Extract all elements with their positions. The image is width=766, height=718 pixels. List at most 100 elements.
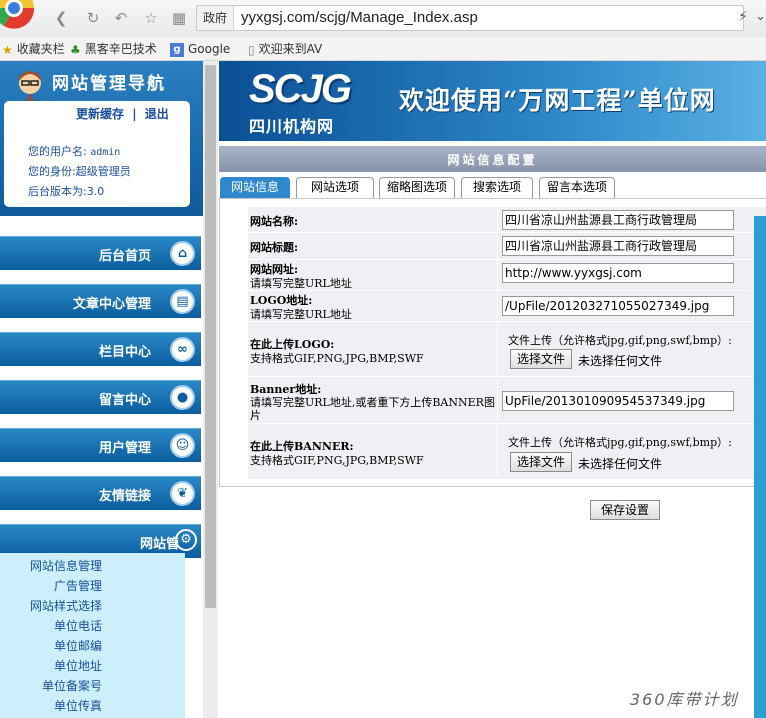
gear-icon: ⚙ — [175, 529, 197, 551]
section-title: 网站信息配置 — [447, 153, 538, 167]
document-icon: ▤ — [170, 289, 195, 314]
form-row-banner-url: Banner地址: 请填写完整URL地址,或者重下方上传BANNER图 片 Up… — [248, 377, 766, 424]
form-row-banner-upload: 在此上传BANNER: 支持格式GIF,PNG,JPG,BMP,SWF 文件上传… — [248, 424, 766, 480]
tree-icon: ♣ — [70, 42, 81, 57]
watermark-text: 360库带计划 — [630, 690, 739, 709]
refresh-cache-link[interactable]: 更新缓存 — [76, 107, 124, 121]
site-title-label: 网站标题: — [250, 241, 299, 254]
submenu-postcode[interactable]: 单位邮编 — [54, 637, 102, 654]
tab-site-info[interactable]: 网站信息 — [220, 177, 290, 198]
admin-sidebar: 网站管理导航 更新缓存 | 退出 您的用户名: admin 您的身份:超级管理员… — [0, 61, 203, 718]
role-value: 超级管理员 — [75, 165, 131, 178]
address-url[interactable]: yyxgsj.com/scjg/Manage_Index.asp — [241, 6, 478, 30]
bookmark-google[interactable]: g Google — [170, 40, 230, 58]
scrollbar-thumb[interactable] — [205, 65, 216, 608]
save-settings-button[interactable]: 保存设置 — [590, 500, 660, 520]
grid-icon[interactable]: ▦ — [170, 9, 188, 27]
menu-item-columns[interactable]: 栏目中心 ∞ — [0, 332, 201, 366]
version-line: 后台版本为:3.0 — [28, 185, 105, 198]
address-bar[interactable]: 政府 yyxgsj.com/scjg/Manage_Index.asp — [196, 5, 744, 31]
user-icon: ☺ — [170, 433, 195, 458]
banner-url-hint: 请填写完整URL地址,或者重下方上传BANNER图 — [250, 396, 495, 409]
page-icon: ▯ — [248, 42, 255, 57]
logo-url-input[interactable]: /UpFile/201203271055027349.jpg — [502, 296, 734, 316]
form-row-site-title: 网站标题: 四川省凉山州盐源县工商行政管理局 — [248, 233, 766, 260]
menu-item-articles[interactable]: 文章中心管理 ▤ — [0, 284, 201, 318]
submenu-fax[interactable]: 单位传真 — [54, 697, 102, 714]
header-links: 更新缓存 | 退出 — [76, 105, 169, 122]
site-name-label: 网站名称: — [250, 215, 299, 228]
site-url-input[interactable]: http://www.yyxgsj.com — [502, 263, 734, 283]
logo-no-file-text: 未选择任何文件 — [578, 354, 663, 368]
back-icon[interactable]: ❮ — [52, 9, 70, 27]
banner-url-hint-cont: 片 — [250, 409, 261, 422]
banner-upload-note: 文件上传（允许格式jpg,gif,png,swf,bmp）: — [508, 436, 732, 449]
section-header: 网站信息配置 — [219, 146, 766, 172]
config-form-panel: 网站名称: 四川省凉山州盐源县工商行政管理局 网站标题: 四川省凉山州盐源县工商… — [219, 198, 766, 487]
chevron-down-icon[interactable]: ⌄ — [755, 9, 766, 24]
browser-toolbar: ❮ ↻ ↶ ☆ ▦ 政府 yyxgsj.com/scjg/Manage_Inde… — [0, 0, 766, 37]
logo-upload-hint: 支持格式GIF,PNG,JPG,BMP,SWF — [250, 352, 424, 365]
site-management-submenu: 网站信息管理 广告管理 网站样式选择 单位电话 单位邮编 单位地址 单位备案号 … — [0, 553, 185, 718]
banner-logo-subtitle: 四川机构网 — [249, 117, 335, 136]
logo-upload-note: 文件上传（允许格式jpg,gif,png,swf,bmp）: — [508, 334, 732, 347]
site-url-hint: 请填写完整URL地址 — [250, 277, 352, 290]
logo-url-hint: 请填写完整URL地址 — [250, 308, 352, 321]
sidebar-scrollbar[interactable] — [203, 61, 218, 718]
refresh-icon[interactable]: ↻ — [84, 9, 102, 27]
site-title-input[interactable]: 四川省凉山州盐源县工商行政管理局 — [502, 236, 734, 256]
submenu-site-style[interactable]: 网站样式选择 — [30, 597, 102, 614]
sidebar-header: 网站管理导航 更新缓存 | 退出 您的用户名: admin 您的身份:超级管理员… — [0, 61, 203, 216]
sidebar-title: 网站管理导航 — [52, 74, 166, 94]
menu-item-users[interactable]: 用户管理 ☺ — [0, 428, 201, 462]
config-tabs: 网站信息 网站选项 缩略图选项 搜索选项 留言本选项 — [219, 175, 766, 198]
lightning-icon[interactable]: ⚡ — [738, 9, 748, 25]
banner-logo: SCJG — [249, 67, 352, 111]
link-separator: | — [132, 107, 137, 121]
form-row-logo-upload: 在此上传LOGO: 支持格式GIF,PNG,JPG,BMP,SWF 文件上传（允… — [248, 322, 766, 377]
user-info-card: 更新缓存 | 退出 您的用户名: admin 您的身份:超级管理员 后台版本为:… — [4, 101, 190, 207]
site-banner: SCJG 四川机构网 欢迎使用“万网工程”单位网 — [219, 61, 766, 141]
role-line: 您的身份:超级管理员 — [28, 165, 131, 178]
tab-site-options[interactable]: 网站选项 — [296, 177, 374, 198]
link-icon: ∞ — [170, 337, 195, 362]
menu-item-messages[interactable]: 留言中心 ● — [0, 380, 201, 414]
droplet-icon: ● — [170, 385, 195, 410]
submenu-icp[interactable]: 单位备案号 — [42, 677, 102, 694]
bookmark-hacker[interactable]: ♣ 黑客辛巴技术 — [70, 40, 157, 58]
undo-icon[interactable]: ↶ — [112, 9, 130, 27]
bookmark-av[interactable]: ▯ 欢迎来到AV — [248, 40, 322, 58]
tab-guestbook-options[interactable]: 留言本选项 — [539, 177, 615, 198]
right-edge-panel — [754, 216, 766, 718]
address-security-badge: 政府 — [197, 6, 235, 30]
menu-item-friend-links[interactable]: 友情链接 ❦ — [0, 476, 201, 510]
tab-thumbnail-options[interactable]: 缩略图选项 — [379, 177, 455, 198]
star-icon[interactable]: ☆ — [142, 9, 160, 27]
banner-choose-file-button[interactable]: 选择文件 — [510, 452, 572, 472]
submenu-ads[interactable]: 广告管理 — [54, 577, 102, 594]
menu-item-home[interactable]: 后台首页 ⌂ — [0, 236, 201, 270]
star-icon: ★ — [2, 42, 13, 57]
google-icon: g — [170, 42, 184, 57]
submenu-address[interactable]: 单位地址 — [54, 657, 102, 674]
logout-link[interactable]: 退出 — [145, 107, 169, 121]
submenu-site-info[interactable]: 网站信息管理 — [30, 557, 102, 574]
bookmark-favorites[interactable]: ★ 收藏夹栏 — [2, 40, 65, 58]
form-row-site-url: 网站网址: 请填写完整URL地址 http://www.yyxgsj.com — [248, 260, 766, 291]
submenu-phone[interactable]: 单位电话 — [54, 617, 102, 634]
banner-upload-hint: 支持格式GIF,PNG,JPG,BMP,SWF — [250, 454, 424, 467]
version-value: 3.0 — [86, 185, 105, 198]
logo-choose-file-button[interactable]: 选择文件 — [510, 349, 572, 369]
form-row-site-name: 网站名称: 四川省凉山州盐源县工商行政管理局 — [248, 207, 766, 233]
banner-url-input[interactable]: UpFile/201301090954537349.jpg — [502, 391, 734, 411]
browser-logo-icon[interactable] — [0, 0, 44, 34]
banner-welcome: 欢迎使用“万网工程”单位网 — [399, 86, 716, 115]
site-name-input[interactable]: 四川省凉山州盐源县工商行政管理局 — [502, 210, 734, 230]
home-icon: ⌂ — [170, 241, 195, 266]
form-row-logo-url: LOGO地址: 请填写完整URL地址 /UpFile/2012032710550… — [248, 291, 766, 322]
banner-no-file-text: 未选择任何文件 — [578, 457, 663, 471]
tab-search-options[interactable]: 搜索选项 — [461, 177, 533, 198]
username-value: admin — [90, 147, 121, 158]
leaf-icon: ❦ — [170, 481, 195, 506]
username-line: 您的用户名: admin — [28, 145, 121, 158]
